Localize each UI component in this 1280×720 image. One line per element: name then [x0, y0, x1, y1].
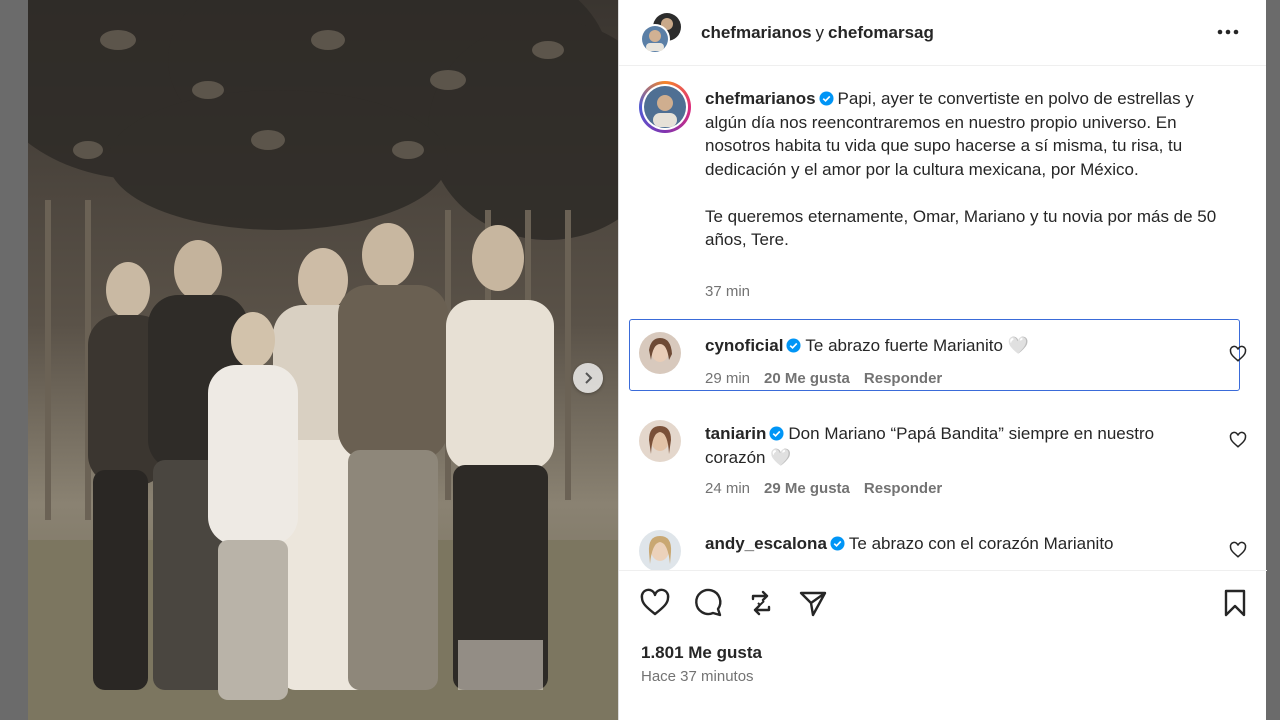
author-username-2[interactable]: chefomarsag: [828, 23, 934, 42]
like-comment-heart-icon[interactable]: [1229, 345, 1247, 363]
comment-body: Te abrazo fuerte Marianito 🤍: [805, 336, 1029, 355]
verified-badge-icon: [769, 426, 784, 441]
comment-time[interactable]: 24 min: [705, 480, 750, 497]
comment-bubble-icon[interactable]: [692, 587, 724, 619]
comment-avatar[interactable]: [639, 332, 681, 374]
reply-button[interactable]: Responder: [864, 480, 942, 497]
like-comment-heart-icon[interactable]: [1229, 431, 1247, 449]
comment-text: andy_escalona Te abrazo con el corazón Ma…: [705, 532, 1215, 556]
save-bookmark-icon[interactable]: [1219, 587, 1251, 619]
post-media[interactable]: [28, 0, 618, 720]
caption-username[interactable]: chefmarianos: [705, 89, 816, 108]
screen-background: chefmarianos y chefomarsag chefmarianos …: [0, 0, 1280, 720]
comment-text: taniarin Don Mariano “Papá Bandita” siemp…: [705, 422, 1215, 469]
comment-meta: 24 min 29 Me gusta Responder: [705, 480, 942, 497]
post-modal: chefmarianos y chefomarsag chefmarianos …: [28, 0, 1267, 720]
verified-badge-icon: [830, 536, 845, 551]
post-actions-bar: 1.801 Me gusta Hace 37 minutos: [619, 570, 1267, 720]
comment-username[interactable]: taniarin: [705, 424, 766, 443]
comment-time[interactable]: 29 min: [705, 370, 750, 387]
like-heart-icon[interactable]: [639, 587, 671, 619]
comment-username[interactable]: cynoficial: [705, 336, 783, 355]
caption-body-p2: Te queremos eternamente, Omar, Mariano y…: [705, 206, 1217, 250]
collab-avatars[interactable]: [639, 11, 683, 55]
post-header: chefmarianos y chefomarsag: [619, 0, 1266, 66]
caption-text: chefmarianos Papi, ayer te convertiste en…: [705, 87, 1235, 252]
comment-avatar[interactable]: [639, 530, 681, 570]
next-photo-button[interactable]: [573, 363, 603, 393]
comment-avatar[interactable]: [639, 420, 681, 462]
author-connector: y: [815, 22, 825, 42]
comment-meta: 29 min 20 Me gusta Responder: [705, 370, 942, 387]
share-send-icon[interactable]: [797, 587, 829, 619]
comment-text: cynoficial Te abrazo fuerte Marianito 🤍: [705, 334, 1215, 358]
verified-badge-icon: [819, 91, 834, 106]
comment-username[interactable]: andy_escalona: [705, 534, 827, 553]
comment-likes[interactable]: 20 Me gusta: [764, 370, 850, 387]
comment-body: Te abrazo con el corazón Marianito: [848, 534, 1114, 553]
comment-likes[interactable]: 29 Me gusta: [764, 480, 850, 497]
post-authors[interactable]: chefmarianos y chefomarsag: [701, 23, 934, 43]
reply-button[interactable]: Responder: [864, 370, 942, 387]
more-options-button[interactable]: [1214, 20, 1242, 44]
more-horizontal-icon: [1217, 29, 1239, 35]
post-photo: [28, 0, 618, 720]
comments-scroll-area[interactable]: chefmarianos Papi, ayer te convertiste en…: [619, 67, 1267, 570]
author-username-1[interactable]: chefmarianos: [701, 23, 812, 42]
verified-badge-icon: [786, 338, 801, 353]
post-timestamp[interactable]: Hace 37 minutos: [641, 668, 754, 685]
like-comment-heart-icon[interactable]: [1229, 541, 1247, 559]
caption-time[interactable]: 37 min: [705, 283, 750, 300]
caption-avatar-story-ring[interactable]: [639, 81, 691, 133]
likes-count[interactable]: 1.801 Me gusta: [641, 643, 762, 663]
chevron-right-icon: [585, 372, 593, 384]
repost-icon[interactable]: [745, 587, 777, 619]
caption-avatar: [644, 86, 686, 128]
post-side-panel: chefmarianos y chefomarsag chefmarianos …: [618, 0, 1267, 720]
